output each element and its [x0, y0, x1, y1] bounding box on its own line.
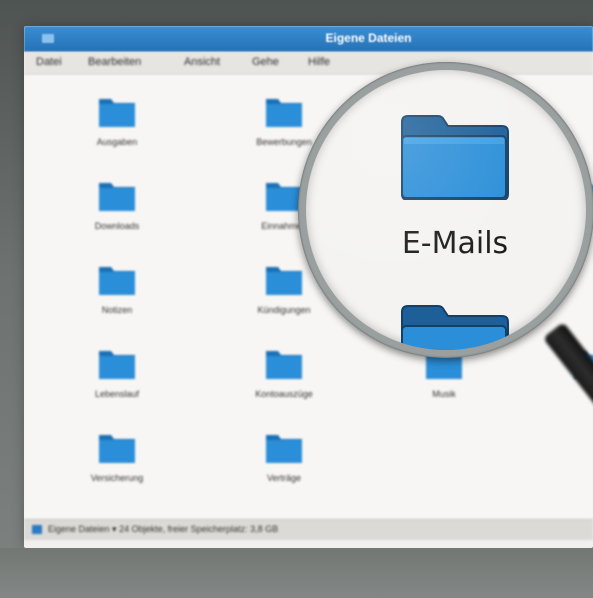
folder-icon — [401, 115, 509, 200]
menu-gehe[interactable]: Gehe — [252, 56, 279, 68]
folder-icon — [99, 435, 135, 463]
folder-icon — [99, 99, 135, 127]
folder-label: Kontoauszüge — [255, 389, 313, 399]
magnified-view: E-Mails — [306, 70, 586, 350]
folder-icon — [266, 351, 302, 379]
folder-label: Versicherung — [90, 473, 144, 483]
menu-hilfe[interactable]: Hilfe — [308, 56, 330, 68]
folder-icon — [99, 267, 135, 295]
folder-label: Musik — [432, 389, 456, 399]
folder-vertraege[interactable]: Verträge — [209, 429, 359, 509]
folder-label: Verträge — [266, 473, 302, 483]
photo-background: Eigene Dateien Datei Bearbeiten Ansicht … — [0, 0, 593, 598]
magnifier-lens: E-Mails — [306, 70, 586, 350]
folder-icon — [266, 99, 302, 127]
folder-downloads[interactable]: Downloads — [42, 177, 192, 257]
folder-label: Lebenslauf — [94, 389, 140, 399]
menu-ansicht[interactable]: Ansicht — [184, 56, 220, 68]
window-title: Eigene Dateien — [325, 31, 412, 45]
folder-label: Notizen — [101, 305, 133, 315]
monitor-bezel — [0, 548, 593, 598]
title-bar: Eigene Dateien — [24, 26, 593, 52]
menu-datei[interactable]: Datei — [36, 56, 62, 68]
status-text: Eigene Dateien ▾ 24 Objekte, freier Spei… — [48, 524, 279, 534]
folder-icon — [99, 351, 135, 379]
folder-label: Downloads — [94, 221, 140, 231]
folder-icon — [266, 267, 302, 295]
folder-icon — [401, 305, 509, 350]
status-bar: Eigene Dateien ▾ 24 Objekte, freier Spei… — [24, 519, 593, 540]
folder-notizen[interactable]: Notizen — [42, 261, 192, 341]
folder-kontoauszuege[interactable]: Kontoauszüge — [209, 345, 359, 425]
folder-ausgaben[interactable]: Ausgaben — [42, 93, 192, 173]
magnified-folder-label[interactable]: E-Mails — [306, 226, 586, 261]
location-icon — [32, 525, 42, 534]
folder-label: Ausgaben — [96, 137, 138, 147]
folder-lebenslauf[interactable]: Lebenslauf — [42, 345, 192, 425]
folder-icon — [266, 435, 302, 463]
folder-icon — [99, 183, 135, 211]
folder-versicherung[interactable]: Versicherung — [42, 429, 192, 509]
menu-bearbeiten[interactable]: Bearbeiten — [88, 56, 141, 68]
